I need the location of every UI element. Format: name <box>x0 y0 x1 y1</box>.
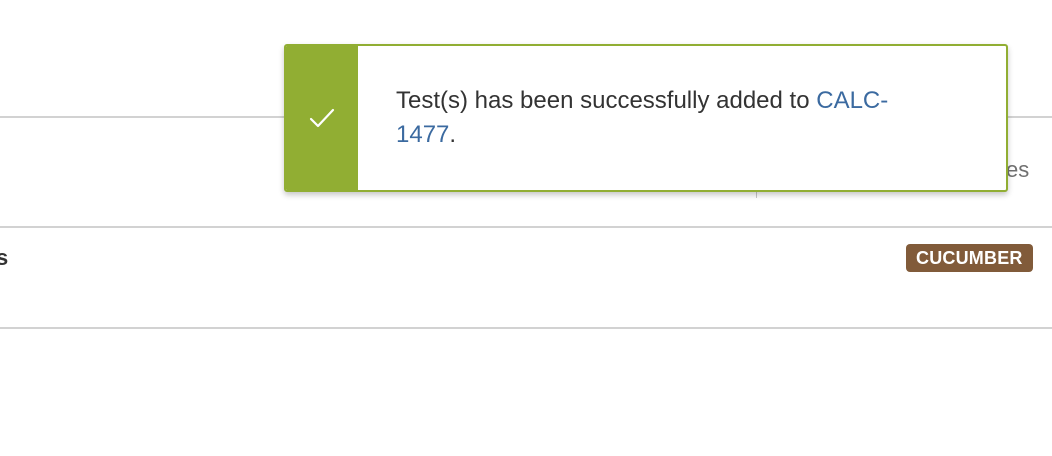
toast-icon-container <box>286 46 358 190</box>
checkmark-icon <box>309 108 335 128</box>
toast-message: Test(s) has been successfully added to C… <box>358 46 1006 190</box>
success-toast[interactable]: Test(s) has been successfully added to C… <box>284 44 1008 192</box>
row-label-partial: s <box>0 245 9 270</box>
table-header-bottom-border <box>0 226 1052 228</box>
test-type-badge: CUCUMBER <box>906 244 1033 272</box>
toast-message-end: . <box>449 121 457 148</box>
table-row-bottom-border <box>0 327 1052 329</box>
page: es s CUCUMBER Test(s) has been successfu… <box>0 0 1052 456</box>
column-header-partial: es <box>1006 157 1030 182</box>
toast-message-text: Test(s) has been successfully added to <box>396 87 817 114</box>
